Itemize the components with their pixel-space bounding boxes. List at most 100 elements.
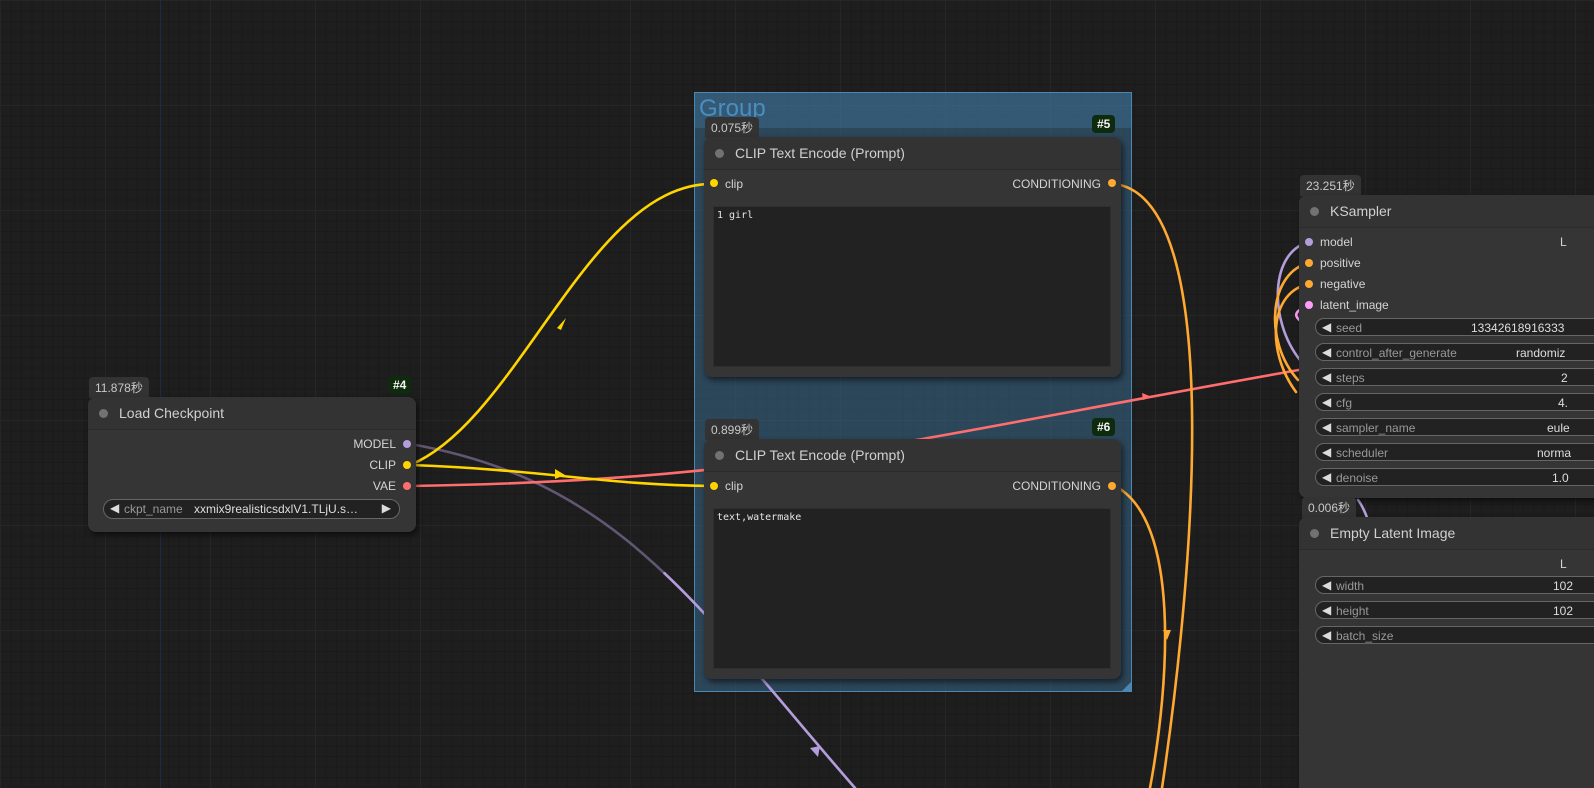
node-title: KSampler xyxy=(1330,203,1392,219)
cfg-widget[interactable]: ◀ cfg 4. xyxy=(1315,393,1594,411)
node-title-bar[interactable]: Load Checkpoint xyxy=(88,397,416,430)
collapse-dot-icon[interactable] xyxy=(99,409,108,418)
link-arrow xyxy=(555,469,565,479)
input-positive-label: positive xyxy=(1320,256,1361,270)
seed-widget[interactable]: ◀ seed 13342618916333 xyxy=(1315,318,1594,336)
input-model-slot[interactable] xyxy=(1305,238,1313,246)
widget-label: steps xyxy=(1336,371,1365,385)
collapse-dot-icon[interactable] xyxy=(1310,207,1319,216)
input-negative-slot[interactable] xyxy=(1305,280,1313,288)
widget-label: cfg xyxy=(1336,396,1353,410)
widget-value: 4. xyxy=(1558,396,1569,410)
node-id-badge: #5 xyxy=(1092,115,1116,133)
collapse-dot-icon[interactable] xyxy=(715,149,724,158)
increment-arrow-icon[interactable]: ▶ xyxy=(382,501,391,515)
input-latent-image-slot[interactable] xyxy=(1305,301,1313,309)
output-clip-label: CLIP xyxy=(369,458,396,472)
scheduler-widget[interactable]: ◀ scheduler norma xyxy=(1315,443,1594,461)
output-latent-label: L xyxy=(1560,557,1567,571)
node-title-bar[interactable]: CLIP Text Encode (Prompt) xyxy=(704,137,1121,170)
empty-latent-image-node[interactable]: Empty Latent Image L ◀ width 102 ◀ heigh… xyxy=(1299,517,1594,788)
clip-text-encode-negative-node[interactable]: CLIP Text Encode (Prompt) clip CONDITION… xyxy=(704,439,1121,679)
collapse-dot-icon[interactable] xyxy=(715,451,724,460)
widget-value: 102 xyxy=(1553,579,1574,593)
decrement-arrow-icon[interactable]: ◀ xyxy=(1322,345,1331,359)
node-title: Load Checkpoint xyxy=(119,405,225,421)
ckpt-name-combo[interactable]: ◀ ckpt_name xxmix9realisticsdxlV1.TLjU.s… xyxy=(103,499,400,519)
decrement-arrow-icon[interactable]: ◀ xyxy=(110,501,119,515)
decrement-arrow-icon[interactable]: ◀ xyxy=(1322,395,1331,409)
decrement-arrow-icon[interactable]: ◀ xyxy=(1322,628,1331,642)
widget-label: control_after_generate xyxy=(1336,346,1457,360)
widget-label: width xyxy=(1336,579,1365,593)
output-conditioning-slot[interactable] xyxy=(1108,482,1116,490)
load-checkpoint-node[interactable]: Load Checkpoint MODEL CLIP VAE ◀ ckpt_na… xyxy=(88,397,416,532)
collapse-dot-icon[interactable] xyxy=(1310,529,1319,538)
widget-label: height xyxy=(1336,604,1369,618)
node-title: CLIP Text Encode (Prompt) xyxy=(735,145,905,161)
node-title-bar[interactable]: CLIP Text Encode (Prompt) xyxy=(704,439,1121,472)
widget-value: eule xyxy=(1547,421,1570,435)
decrement-arrow-icon[interactable]: ◀ xyxy=(1322,445,1331,459)
link-cond-neg xyxy=(1113,484,1167,788)
node-timing: 23.251秒 xyxy=(1300,175,1361,196)
output-vae-slot[interactable] xyxy=(403,482,411,490)
node-timing: 11.878秒 xyxy=(89,377,149,398)
node-id-badge: #4 xyxy=(388,376,412,394)
output-conditioning-label: CONDITIONING xyxy=(1012,479,1101,493)
node-graph-canvas[interactable]: Group 11.878秒 #4 Load Checkpoint MODEL C… xyxy=(0,0,1594,788)
decrement-arrow-icon[interactable]: ◀ xyxy=(1322,470,1331,484)
node-timing: 0.006秒 xyxy=(1302,497,1357,518)
batch-size-widget[interactable]: ◀ batch_size xyxy=(1315,626,1594,644)
prompt-textarea[interactable]: text,watermake xyxy=(713,508,1111,669)
denoise-widget[interactable]: ◀ denoise 1.0 xyxy=(1315,468,1594,486)
output-latent-label: L xyxy=(1560,235,1567,249)
output-conditioning-label: CONDITIONING xyxy=(1012,177,1101,191)
input-clip-label: clip xyxy=(725,479,744,493)
input-latent-image-label: latent_image xyxy=(1320,298,1389,312)
sampler-name-widget[interactable]: ◀ sampler_name eule xyxy=(1315,418,1594,436)
widget-label: batch_size xyxy=(1336,629,1394,643)
node-title-bar[interactable]: KSampler xyxy=(1299,195,1594,228)
input-negative-label: negative xyxy=(1320,277,1366,291)
height-widget[interactable]: ◀ height 102 xyxy=(1315,601,1594,619)
link-arrow xyxy=(557,318,566,330)
clip-text-encode-positive-node[interactable]: CLIP Text Encode (Prompt) clip CONDITION… xyxy=(704,137,1121,377)
decrement-arrow-icon[interactable]: ◀ xyxy=(1322,320,1331,334)
input-clip-slot[interactable] xyxy=(710,179,718,187)
node-timing: 0.899秒 xyxy=(705,419,760,440)
node-id-badge: #6 xyxy=(1092,418,1116,436)
input-model-label: model xyxy=(1320,235,1353,249)
node-title-bar[interactable]: Empty Latent Image xyxy=(1299,517,1594,550)
control-after-generate-widget[interactable]: ◀ control_after_generate randomiz xyxy=(1315,343,1594,361)
output-clip-slot[interactable] xyxy=(403,461,411,469)
output-conditioning-slot[interactable] xyxy=(1108,179,1116,187)
output-vae-label: VAE xyxy=(372,479,396,493)
output-model-slot[interactable] xyxy=(403,440,411,448)
widget-value: norma xyxy=(1537,446,1572,460)
node-timing: 0.075秒 xyxy=(705,117,760,138)
input-positive-slot[interactable] xyxy=(1305,259,1313,267)
widget-value: xxmix9realisticsdxlV1.TLjU.s… xyxy=(194,502,359,516)
widget-label: ckpt_name xyxy=(124,502,183,516)
ksampler-node[interactable]: KSampler L model positive negative laten… xyxy=(1299,195,1594,498)
steps-widget[interactable]: ◀ steps 2 xyxy=(1315,368,1594,386)
decrement-arrow-icon[interactable]: ◀ xyxy=(1322,370,1331,384)
prompt-textarea[interactable]: 1 girl xyxy=(713,206,1111,367)
widget-label: scheduler xyxy=(1336,446,1389,460)
node-title: CLIP Text Encode (Prompt) xyxy=(735,447,905,463)
widget-value: randomiz xyxy=(1516,346,1566,360)
widget-value: 2 xyxy=(1561,371,1568,385)
input-clip-label: clip xyxy=(725,177,744,191)
decrement-arrow-icon[interactable]: ◀ xyxy=(1322,578,1331,592)
widget-label: seed xyxy=(1336,321,1363,335)
decrement-arrow-icon[interactable]: ◀ xyxy=(1322,603,1331,617)
width-widget[interactable]: ◀ width 102 xyxy=(1315,576,1594,594)
input-clip-slot[interactable] xyxy=(710,482,718,490)
widget-value: 102 xyxy=(1553,604,1574,618)
widget-value: 1.0 xyxy=(1552,471,1569,485)
decrement-arrow-icon[interactable]: ◀ xyxy=(1322,420,1331,434)
node-title: Empty Latent Image xyxy=(1330,525,1456,541)
widget-value: 13342618916333 xyxy=(1471,321,1565,335)
widget-label: sampler_name xyxy=(1336,421,1416,435)
